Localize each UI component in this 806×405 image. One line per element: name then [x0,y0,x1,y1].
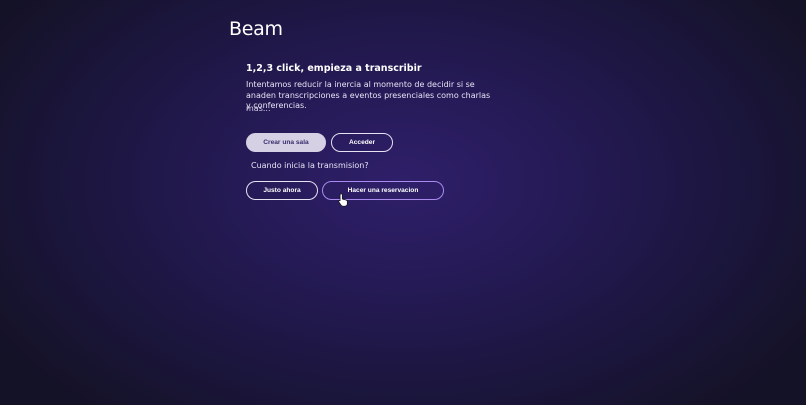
login-button[interactable]: Acceder [331,133,393,152]
start-now-button[interactable]: Justo ahora [246,181,318,200]
more-link[interactable]: mas... [246,104,271,113]
schedule-question: Cuando inicia la transmision? [251,161,369,170]
hand-pointer-icon [338,192,348,207]
create-room-button[interactable]: Crear una sala [246,133,326,152]
brand-title: Beam [229,18,283,40]
intro-description: Intentamos reducir la inercia al momento… [246,80,491,110]
intro-heading: 1,2,3 click, empieza a transcribir [246,63,422,74]
